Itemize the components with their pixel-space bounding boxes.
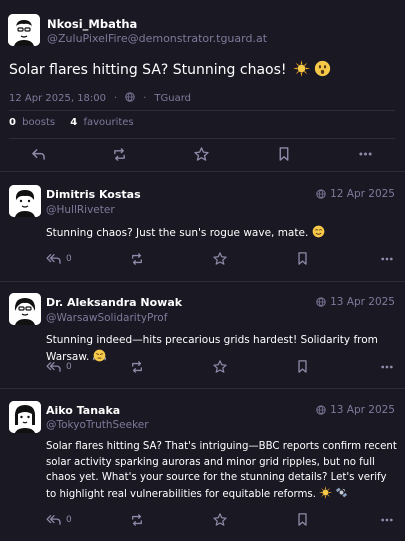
boost-icon	[132, 361, 142, 373]
bookmark-icon	[298, 252, 307, 265]
divider	[0, 171, 405, 172]
avatar[interactable]	[9, 293, 41, 325]
globe-icon	[316, 405, 326, 415]
post-date-text: 13 Apr 2025	[330, 404, 395, 416]
more-icon	[381, 365, 393, 369]
avatar[interactable]	[9, 185, 41, 217]
bookmark-icon	[298, 513, 307, 526]
globe-icon	[316, 189, 326, 199]
more-button[interactable]	[381, 518, 393, 522]
post-text: Solar flares hitting SA? Stunning chaos!	[9, 60, 331, 82]
post-date-text: 13 Apr 2025	[330, 296, 395, 308]
reply-count: 0	[66, 515, 72, 525]
boost-button[interactable]	[112, 148, 127, 161]
star-icon	[213, 360, 227, 373]
more-button[interactable]	[381, 257, 393, 261]
more-icon	[359, 152, 372, 156]
sun-emoji-icon	[292, 60, 310, 82]
reply-button[interactable]	[31, 148, 46, 161]
boost-icon	[132, 253, 142, 265]
boost-button[interactable]	[130, 361, 144, 373]
display-name[interactable]: Aiko Tanaka	[46, 404, 120, 417]
relieved-emoji-icon	[312, 225, 325, 244]
reply-button[interactable]: 0	[46, 253, 72, 265]
more-icon	[381, 257, 393, 261]
boost-button[interactable]	[130, 253, 144, 265]
divider	[0, 388, 405, 389]
reply-count: 0	[66, 254, 72, 264]
account-handle[interactable]: @HullRiveter	[46, 204, 115, 216]
avatar[interactable]	[8, 14, 40, 46]
meta-separator: ·	[143, 93, 147, 104]
post-date[interactable]: 12 Apr 2025	[316, 188, 395, 200]
bookmark-icon	[298, 360, 307, 373]
reply-icon	[32, 149, 45, 160]
favourite-button[interactable]	[213, 252, 227, 265]
triumph-emoji-icon	[92, 349, 106, 368]
post-text-content: Solar flares hitting SA? Stunning chaos!	[9, 62, 287, 78]
satellite-emoji-icon	[335, 486, 348, 505]
bookmark-button[interactable]	[297, 252, 308, 265]
sun-emoji-icon	[319, 485, 333, 505]
account-handle[interactable]: @WarsawSolidarityProf	[46, 312, 167, 324]
display-name[interactable]: Dr. Aleksandra Nowak	[46, 296, 182, 309]
more-button[interactable]	[359, 152, 372, 156]
display-name[interactable]: Nkosi_Mbatha	[47, 17, 137, 31]
more-button[interactable]	[381, 365, 393, 369]
star-icon	[194, 147, 209, 161]
post-stats: 0 boosts 4 favourites	[9, 117, 134, 128]
astonished-emoji-icon	[314, 60, 331, 82]
post-text: Stunning chaos? Just the sun's rogue wav…	[46, 225, 396, 244]
globe-icon	[316, 297, 326, 307]
post-meta: 12 Apr 2025, 18:00 · · TGuard	[9, 92, 191, 105]
meta-separator: ·	[114, 93, 118, 104]
star-icon	[213, 252, 227, 265]
divider	[9, 138, 395, 139]
boosts-label: boosts	[22, 117, 56, 128]
bookmark-button[interactable]	[297, 513, 308, 526]
account-handle[interactable]: @ZuluPixelFire@demonstrator.tguard.at	[47, 32, 267, 45]
star-icon	[213, 513, 227, 526]
reply-all-icon	[46, 254, 61, 264]
boost-icon	[132, 514, 142, 526]
favourites-count: 4	[70, 117, 78, 128]
post-app[interactable]: TGuard	[154, 93, 191, 104]
avatar[interactable]	[9, 401, 41, 433]
boost-button[interactable]	[130, 514, 144, 526]
more-icon	[381, 518, 393, 522]
post-date-text: 12 Apr 2025	[330, 188, 395, 200]
post-text-content: Stunning chaos? Just the sun's rogue wav…	[46, 227, 309, 239]
reply-all-icon	[46, 515, 61, 525]
post-date[interactable]: 13 Apr 2025	[316, 296, 395, 308]
post-timestamp[interactable]: 12 Apr 2025, 18:00	[9, 93, 106, 104]
bookmark-button[interactable]	[297, 360, 308, 373]
display-name[interactable]: Dimitris Kostas	[46, 188, 141, 201]
account-handle[interactable]: @TokyoTruthSeeker	[46, 419, 149, 431]
reply-button[interactable]: 0	[46, 361, 72, 373]
divider	[0, 281, 405, 282]
reply-count: 0	[66, 362, 72, 372]
favourite-button[interactable]	[213, 360, 227, 373]
bookmark-icon	[279, 147, 289, 161]
reply-all-icon	[46, 362, 61, 372]
post-text: Solar flares hitting SA? That's intrigui…	[46, 439, 398, 504]
boost-icon	[114, 148, 125, 161]
favourites-link[interactable]: 4 favourites	[70, 117, 133, 128]
favourite-button[interactable]	[194, 147, 209, 161]
boosts-count: 0	[9, 117, 16, 128]
globe-icon	[125, 92, 135, 105]
favourites-label: favourites	[83, 117, 134, 128]
post-date[interactable]: 13 Apr 2025	[316, 404, 395, 416]
favourite-button[interactable]	[213, 513, 227, 526]
boosts-link[interactable]: 0 boosts	[9, 117, 58, 128]
reply-button[interactable]: 0	[46, 514, 72, 526]
bookmark-button[interactable]	[278, 147, 290, 161]
divider	[9, 110, 395, 111]
